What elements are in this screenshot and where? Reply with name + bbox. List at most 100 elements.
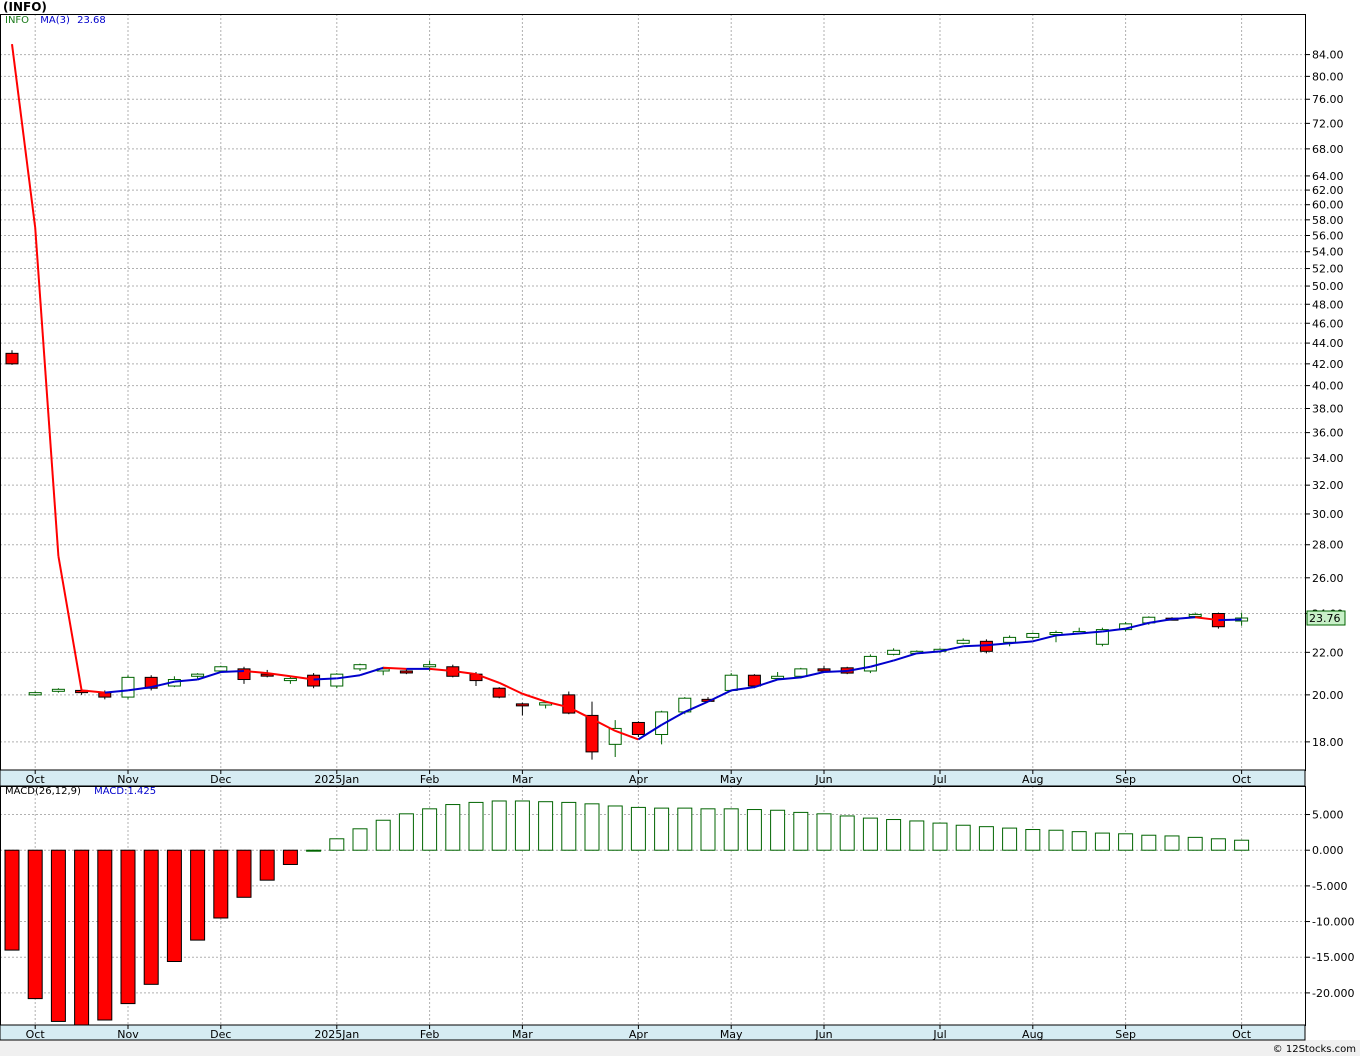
macd-x-tick-label: Oct [26, 1028, 46, 1041]
price-y-tick-label: 32.00 [1312, 479, 1344, 492]
ma3-segment [1218, 618, 1242, 622]
macd-x-tick-label: Apr [629, 1028, 649, 1041]
macd-bar-positive [1094, 832, 1110, 851]
ma-label: MA(3) [40, 15, 70, 26]
price-y-tick-label: 84.00 [1312, 49, 1344, 62]
candle-up [794, 668, 808, 677]
macd-bar-positive [1048, 829, 1064, 851]
candle-up [330, 673, 344, 687]
price-y-tick-label: 30.00 [1312, 508, 1344, 521]
candle-up [423, 664, 437, 668]
price-y-tick-label: 28.00 [1312, 539, 1344, 552]
macd-x-tick-label: Sep [1115, 1028, 1136, 1041]
macd-bar-positive [978, 826, 994, 851]
macd-bar-negative [97, 849, 113, 1021]
macd-x-tick-label: Aug [1022, 1028, 1043, 1041]
macd-bar-positive [1234, 839, 1250, 851]
price-x-tick-label: Feb [420, 773, 439, 786]
macd-bar-positive [468, 801, 484, 851]
price-y-tick-label: 56.00 [1312, 229, 1344, 242]
candle-up [28, 692, 42, 696]
macd-label: MACD(26,12,9) [5, 786, 81, 797]
macd-bar-positive [839, 815, 855, 851]
macd-legend: MACD(26,12,9) MACD:1.425 [5, 786, 156, 797]
ma-value: 23.68 [77, 15, 106, 26]
price-y-tick-label: 18.00 [1312, 736, 1344, 749]
macd-bar-negative [50, 849, 66, 1022]
macd-bar-positive [584, 803, 600, 851]
macd-bar-positive [955, 824, 971, 851]
price-y-tick-label: 58.00 [1312, 214, 1344, 227]
credit-text: © 12Stocks.com [1272, 1044, 1356, 1055]
symbol-label: INFO [5, 15, 30, 26]
ma3-segment [220, 669, 245, 674]
price-x-tick-label: Jun [814, 773, 832, 786]
macd-bar-positive [862, 817, 878, 851]
macd-bar-positive [630, 806, 646, 851]
candle-up [121, 676, 135, 698]
macd-y-tick-label: 5.000 [1312, 809, 1344, 822]
price-x-tick-label: Sep [1115, 773, 1136, 786]
price-y-tick-label: 38.00 [1312, 402, 1344, 415]
macd-x-tick-label: Mar [512, 1028, 533, 1041]
candle-up [214, 666, 228, 672]
candle-down [631, 721, 645, 735]
candle-up [1188, 613, 1202, 617]
price-y-tick-label: 76.00 [1312, 93, 1344, 106]
macd-bar-positive [746, 809, 762, 851]
macd-value: MACD:1.425 [94, 786, 157, 797]
macd-bar-negative [236, 849, 252, 898]
macd-bar-positive [1210, 838, 1226, 851]
ma3-segment [823, 669, 848, 674]
macd-bar-positive [723, 808, 739, 851]
candle-up [353, 664, 367, 670]
macd-bar-positive [514, 800, 530, 851]
candle-up [51, 688, 65, 692]
macd-bar-positive [1164, 835, 1180, 851]
macd-bar-positive [1141, 834, 1157, 851]
price-y-tick-label: 68.00 [1312, 143, 1344, 156]
candle-down [399, 670, 413, 674]
macd-y-tick-label: -15.000 [1312, 951, 1354, 964]
macd-bar-positive [561, 801, 577, 851]
price-x-tick-label: Apr [629, 773, 649, 786]
macd-bar-positive [1002, 827, 1018, 851]
macd-y-tick-label: -10.000 [1312, 916, 1354, 929]
price-y-tick-label: 44.00 [1312, 337, 1344, 350]
macd-x-tick-label: May [720, 1028, 743, 1041]
candle-up [1026, 632, 1040, 638]
candle-down [98, 692, 112, 698]
price-legend: INFO MA(3) 23.68 [5, 15, 106, 26]
macd-y-tick-label: -5.000 [1312, 880, 1347, 893]
price-y-tick-label: 72.00 [1312, 117, 1344, 130]
footer-band [0, 1040, 1360, 1056]
price-y-tick-label: 22.00 [1312, 646, 1344, 659]
macd-x-tick-label: Feb [420, 1028, 439, 1041]
macd-bar-positive [422, 808, 438, 851]
macd-bar-positive [770, 809, 786, 851]
ma3-segment [963, 644, 987, 648]
macd-bar-positive [352, 828, 368, 851]
macd-bar-positive [677, 807, 693, 851]
ma3-segment [383, 666, 407, 670]
macd-bar-positive [398, 813, 414, 851]
price-x-tick-label: Nov [117, 773, 139, 786]
macd-bar-positive [375, 819, 391, 851]
macd-bar-negative [27, 849, 43, 1000]
price-y-tick-label: 54.00 [1312, 246, 1344, 259]
macd-bar-positive [886, 819, 902, 851]
macd-bar-negative [282, 849, 298, 865]
candle-down [515, 703, 529, 707]
macd-bar-positive [1187, 836, 1203, 851]
price-y-tick-label: 42.00 [1312, 358, 1344, 371]
macd-x-tick-label: Oct [1232, 1028, 1252, 1041]
macd-bar-positive [1071, 831, 1087, 851]
macd-bar-positive [607, 805, 623, 851]
macd-x-tick-label: Jul [932, 1028, 946, 1041]
macd-bar-negative [213, 849, 229, 919]
price-date-band [0, 769, 1306, 787]
candle-down [307, 674, 321, 687]
candle-up [771, 675, 785, 679]
macd-bar-positive [306, 849, 322, 852]
price-y-tick-label: 52.00 [1312, 263, 1344, 276]
